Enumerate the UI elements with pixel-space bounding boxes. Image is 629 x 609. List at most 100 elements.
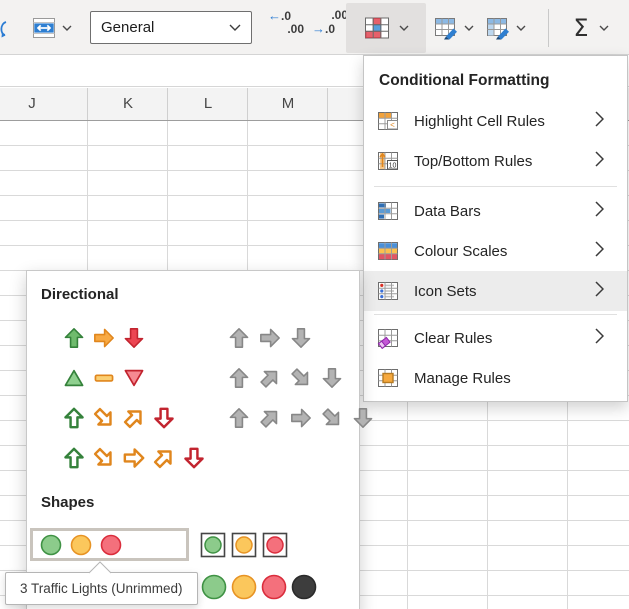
directional-row (37, 367, 357, 389)
circle-big-red-icon (261, 574, 287, 600)
chevron-down-icon (516, 25, 526, 31)
column-header-m[interactable]: M (282, 95, 295, 112)
menu-separator (374, 314, 617, 315)
down-grey-icon (321, 367, 343, 389)
chevron-right-icon (595, 241, 604, 262)
iconset-5-arrows-coloured[interactable] (63, 447, 205, 469)
circle-boxed-red-icon (262, 532, 288, 558)
menu-item-highlight-cell-rules[interactable]: < Highlight Cell Rules (364, 101, 627, 141)
menu-item-label: Top/Bottom Rules (414, 153, 595, 170)
column-header-k[interactable]: K (123, 95, 133, 112)
down-red-icon (123, 327, 145, 349)
icon-sets-icon (377, 280, 399, 302)
svg-text:<: < (390, 120, 395, 129)
menu-item-data-bars[interactable]: Data Bars (364, 191, 627, 231)
up-right-orange-icon (153, 447, 175, 469)
down-right-orange-icon (93, 407, 115, 429)
tri-down-red-icon (123, 367, 145, 389)
iconset-5-arrows-grey[interactable] (228, 407, 374, 429)
chevron-right-icon (595, 111, 604, 132)
iconset-4-traffic-lights[interactable] (201, 574, 317, 600)
sigma-icon: Σ (573, 14, 588, 42)
section-title-shapes: Shapes (41, 494, 94, 511)
conditional-formatting-button[interactable] (346, 3, 426, 53)
format-as-table-icon (434, 16, 459, 40)
chevron-down-icon (599, 25, 609, 31)
down-right-orange-icon (93, 447, 115, 469)
menu-item-label: Data Bars (414, 203, 595, 220)
left-arrow-icon: ← (268, 8, 281, 23)
iconset-4-arrows-coloured[interactable] (63, 407, 175, 429)
increase-decimal-label-top: .0 (281, 9, 291, 23)
colour-scales-icon (377, 240, 399, 262)
decrease-decimal-button[interactable]: .00 →.0 (312, 9, 348, 47)
tooltip: 3 Traffic Lights (Unrimmed) (5, 572, 198, 605)
menu-item-colour-scales[interactable]: Colour Scales (364, 231, 627, 271)
chevron-down-icon (229, 24, 241, 31)
menu-item-icon-sets[interactable]: Icon Sets (364, 271, 627, 311)
column-header-j[interactable]: J (28, 95, 36, 112)
chevron-right-icon (595, 281, 604, 302)
up-right-orange-icon (123, 407, 145, 429)
iconset-3-traffic-lights-unrimmed[interactable] (30, 528, 189, 561)
up-right-grey-icon (259, 407, 281, 429)
iconset-3-arrows-coloured[interactable] (63, 327, 145, 349)
bar-orange-icon (93, 367, 115, 389)
circle-orange-icon (70, 534, 90, 556)
iconset-4-arrows-grey[interactable] (228, 367, 343, 389)
menu-item-label: Clear Rules (414, 330, 595, 347)
circle-boxed-orange-icon (231, 532, 257, 558)
autosum-button[interactable]: Σ (562, 9, 620, 47)
tooltip-caret (88, 560, 112, 574)
up-green-icon (63, 447, 85, 469)
tri-up-green-icon (63, 367, 85, 389)
right-orange-icon (93, 327, 115, 349)
cell-styles-icon (486, 16, 511, 40)
directional-row (37, 447, 357, 469)
data-bars-icon (377, 200, 399, 222)
spreadsheet-app-window: General ←.0 .00 .00 →.0 (0, 0, 629, 609)
down-red-icon (183, 447, 205, 469)
menu-separator (374, 186, 617, 187)
menu-item-clear-rules[interactable]: Clear Rules (364, 318, 627, 358)
section-title-directional: Directional (41, 286, 119, 303)
circle-red-icon (100, 534, 120, 556)
directional-row (37, 327, 357, 349)
circle-big-black-icon (291, 574, 317, 600)
up-grey-icon (228, 407, 250, 429)
menu-item-top-bottom-rules[interactable]: 10 Top/Bottom Rules (364, 141, 627, 181)
up-right-grey-icon (259, 367, 281, 389)
merge-center-icon (32, 17, 56, 39)
down-red-icon (153, 407, 175, 429)
cell-styles-button[interactable] (482, 13, 530, 43)
chevron-down-icon (464, 25, 474, 31)
menu-item-label: Manage Rules (414, 370, 627, 387)
down-right-grey-icon (290, 367, 312, 389)
iconset-3-triangles[interactable] (63, 367, 145, 389)
down-grey-icon (352, 407, 374, 429)
down-grey-icon (290, 327, 312, 349)
highlight-cell-rules-icon: < (377, 110, 399, 132)
format-as-table-button[interactable] (430, 13, 478, 43)
column-header-l[interactable]: L (204, 95, 212, 112)
up-green-icon (63, 407, 85, 429)
iconset-3-traffic-lights-rimmed[interactable] (200, 532, 288, 558)
chevron-right-icon (595, 328, 604, 349)
increase-decimal-label-bottom: .00 (268, 23, 304, 36)
iconset-3-arrows-grey[interactable] (228, 327, 312, 349)
chevron-right-icon (595, 201, 604, 222)
menu-item-label: Highlight Cell Rules (414, 113, 595, 130)
top-bottom-rules-icon: 10 (377, 150, 399, 172)
menu-item-manage-rules[interactable]: Manage Rules (364, 358, 627, 398)
increase-decimal-button[interactable]: ←.0 .00 (268, 9, 304, 47)
chevron-down-icon (62, 25, 72, 31)
cutoff-toolbar-icon (0, 20, 10, 42)
number-format-select[interactable]: General (90, 11, 252, 44)
number-format-value: General (101, 19, 154, 36)
decrease-decimal-label-bottom: .0 (325, 22, 335, 36)
menu-item-label: Icon Sets (414, 283, 595, 300)
right-grey-icon (290, 407, 312, 429)
merge-center-button[interactable] (28, 13, 76, 43)
circle-green-icon (40, 534, 60, 556)
down-right-grey-icon (321, 407, 343, 429)
